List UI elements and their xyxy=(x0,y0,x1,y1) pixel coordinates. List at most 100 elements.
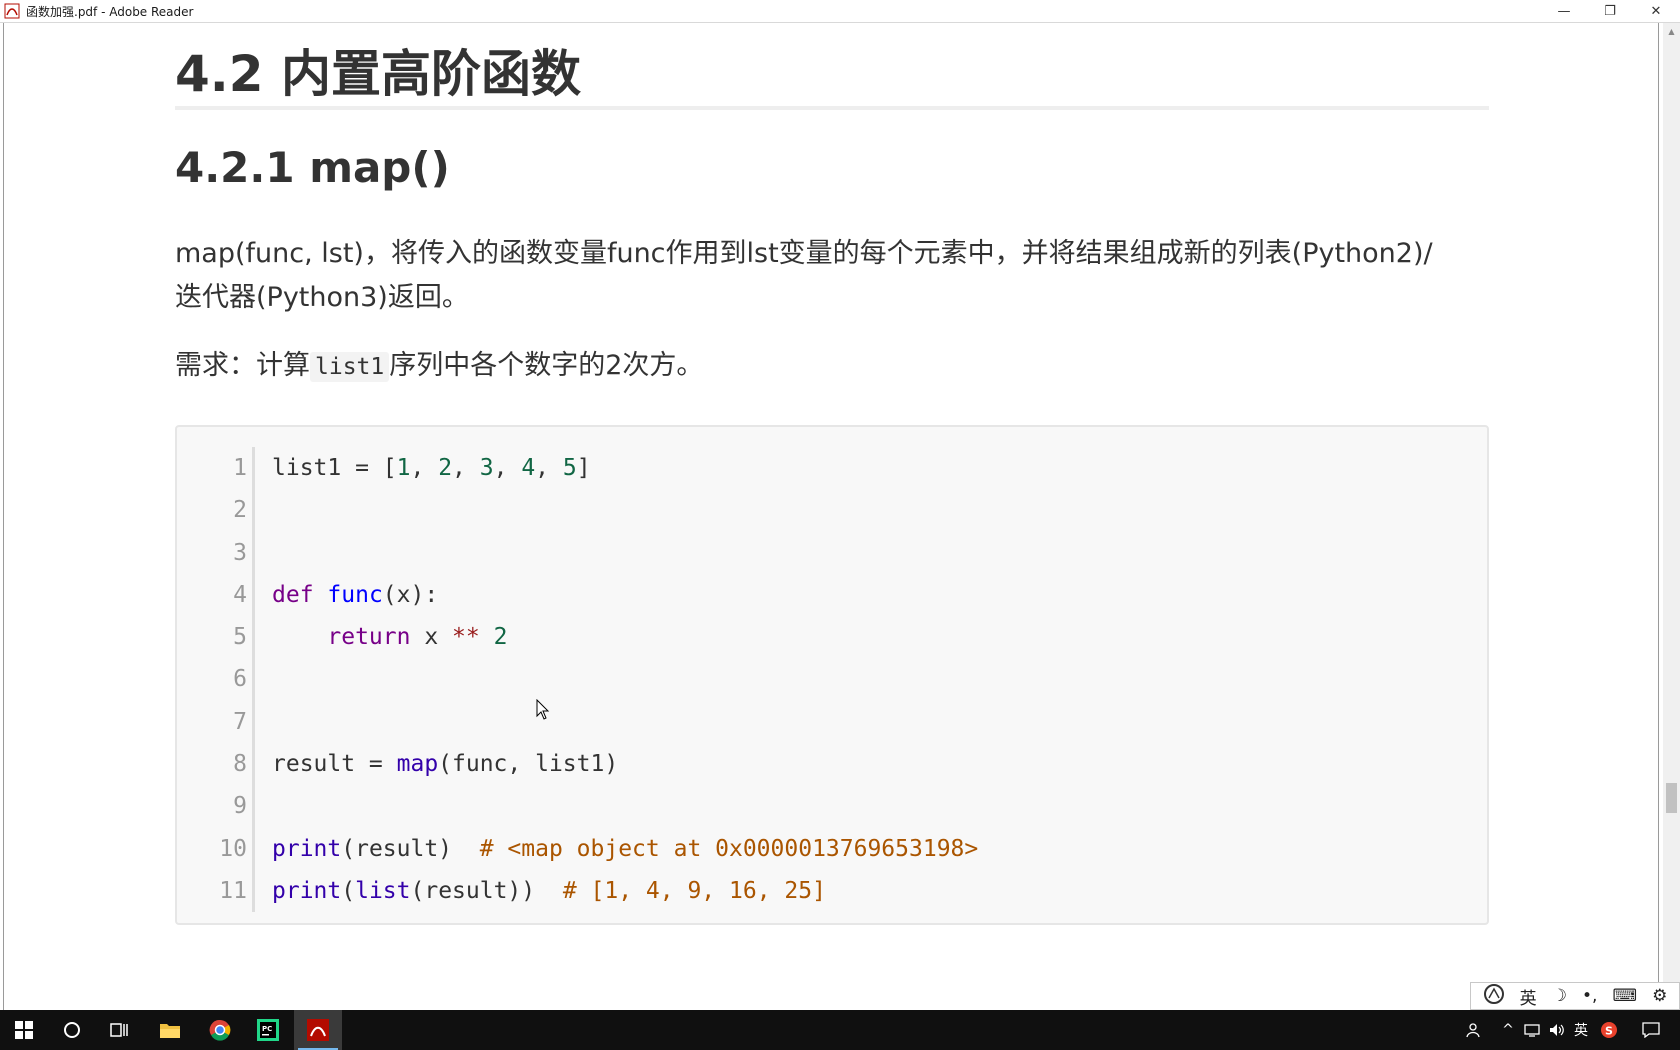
svg-text:PC: PC xyxy=(262,1025,272,1033)
code-line: def func(x): xyxy=(272,574,978,616)
gutter-divider xyxy=(252,447,255,912)
chrome-icon[interactable] xyxy=(196,1010,244,1050)
code-token: , xyxy=(452,455,480,481)
code-line: print(result) # <map object at 0x0000013… xyxy=(272,828,978,870)
line-number-gutter: 1 2 3 4 5 6 7 8 9 10 11 xyxy=(177,447,257,912)
line-number: 4 xyxy=(233,581,247,608)
adobe-reader-taskbar-icon[interactable] xyxy=(294,1010,342,1050)
close-button[interactable]: ✕ xyxy=(1633,0,1679,22)
code-number: 3 xyxy=(479,455,494,481)
maximize-button[interactable]: ❐ xyxy=(1587,0,1633,22)
code-number: 4 xyxy=(521,455,536,481)
ime-logo-icon[interactable] xyxy=(1483,983,1505,1010)
scrollbar-thumb[interactable] xyxy=(1666,783,1677,813)
code-keyword: def xyxy=(272,581,314,608)
code-number: 2 xyxy=(438,455,453,481)
chevron-up-icon[interactable]: ^ xyxy=(1498,1010,1518,1050)
code-builtin: print xyxy=(272,835,342,862)
code-line: return x ** 2 xyxy=(272,616,978,658)
subsection-heading: 4.2.1 map() xyxy=(175,143,450,192)
code-comment: # [1, 4, 9, 16, 25] xyxy=(562,877,826,904)
code-token: ( xyxy=(341,877,356,904)
pycharm-icon[interactable]: PC xyxy=(244,1010,292,1050)
code-token: , xyxy=(410,455,439,481)
code-operator: ** xyxy=(452,624,480,651)
network-icon[interactable] xyxy=(1520,1010,1544,1050)
volume-icon[interactable] xyxy=(1545,1010,1569,1050)
line-number: 9 xyxy=(233,793,247,820)
ime-settings-icon[interactable]: ⚙ xyxy=(1652,986,1667,1006)
scroll-up-icon[interactable]: ▲ xyxy=(1663,23,1680,39)
window-titlebar: 函数加强.pdf - Adobe Reader xyxy=(0,0,1680,23)
notification-icon[interactable] xyxy=(1636,1010,1666,1050)
svg-text:S: S xyxy=(1605,1025,1613,1038)
code-number: 1 xyxy=(396,455,411,481)
code-token: list1 = [ xyxy=(272,455,397,481)
window-title: 函数加强.pdf - Adobe Reader xyxy=(26,4,194,19)
vertical-scrollbar[interactable]: ▲ xyxy=(1663,23,1680,1010)
heading-divider xyxy=(175,106,1489,110)
paragraph-line-2: 迭代器(Python3)返回。 xyxy=(175,282,469,313)
requirement-suffix: 序列中各个数字的2次方。 xyxy=(389,350,704,381)
line-number: 6 xyxy=(233,666,247,693)
code-line: print(list(result)) # [1, 4, 9, 16, 25] xyxy=(272,870,978,912)
line-number: 1 xyxy=(233,455,247,481)
minimize-button[interactable]: — xyxy=(1541,0,1587,22)
code-token: , xyxy=(493,455,522,481)
adobe-reader-icon xyxy=(4,3,20,19)
code-function-name: func xyxy=(327,581,383,608)
code-number: 2 xyxy=(493,624,508,651)
code-comment: # <map object at 0x0000013769653198> xyxy=(479,835,979,862)
code-builtin: map xyxy=(396,751,439,778)
section-heading: 4.2 内置高阶函数 xyxy=(175,45,581,103)
windows-start-icon[interactable] xyxy=(0,1010,48,1050)
code-line: result = map(func, list1) xyxy=(272,743,978,785)
line-number: 3 xyxy=(233,539,247,566)
ime-keyboard-icon[interactable]: ⌨ xyxy=(1613,986,1638,1006)
code-token: , xyxy=(535,455,563,481)
ime-toolbar[interactable]: 英 ☽ •, ⌨ ⚙ xyxy=(1470,982,1680,1010)
line-number: 8 xyxy=(233,751,247,778)
code-token: (func, list1) xyxy=(438,751,619,778)
code-number: 5 xyxy=(562,455,577,481)
requirement-paragraph: 需求：计算 list1 序列中各个数字的2次方。 xyxy=(175,344,1489,389)
ime-punctuation-icon[interactable]: •, xyxy=(1582,986,1597,1006)
ime-language-toggle[interactable]: 英 xyxy=(1520,984,1537,1009)
mouse-pointer-icon xyxy=(536,698,550,725)
line-number: 11 xyxy=(219,877,247,904)
tray-language-indicator[interactable]: 英 xyxy=(1570,1010,1592,1050)
code-token: (result)) xyxy=(410,877,563,904)
line-number: 5 xyxy=(233,624,247,651)
requirement-prefix: 需求：计算 xyxy=(175,350,310,381)
code-token: result = xyxy=(272,751,397,778)
search-icon[interactable] xyxy=(48,1010,96,1050)
code-line: list1 = [1, 2, 3, 4, 5] xyxy=(272,447,978,489)
line-number: 10 xyxy=(219,835,247,862)
code-block: 1 2 3 4 5 6 7 8 9 10 11 list1 = [1, 2, 3… xyxy=(175,425,1489,925)
description-paragraph: map(func, lst)，将传入的函数变量func作用到lst变量的每个元素… xyxy=(175,232,1489,320)
code-keyword: return xyxy=(327,624,411,651)
code-token: ] xyxy=(576,455,591,481)
page-right-border xyxy=(1658,23,1659,1010)
people-icon[interactable] xyxy=(1462,1010,1486,1050)
code-builtin: list xyxy=(355,877,411,904)
file-explorer-icon[interactable] xyxy=(146,1010,194,1050)
inline-code: list1 xyxy=(310,352,390,382)
sogou-ime-icon[interactable]: S xyxy=(1597,1010,1621,1050)
code-lines: list1 = [1, 2, 3, 4, 5] def func(x): ret… xyxy=(272,447,978,912)
line-number: 7 xyxy=(233,708,247,735)
taskbar: PC ^ 英 S xyxy=(0,1010,1680,1050)
ime-moon-icon[interactable]: ☽ xyxy=(1552,986,1567,1006)
code-token: x xyxy=(410,624,453,651)
code-token: (result) xyxy=(341,835,480,862)
line-number: 2 xyxy=(233,497,247,524)
task-view-icon[interactable] xyxy=(96,1010,144,1050)
